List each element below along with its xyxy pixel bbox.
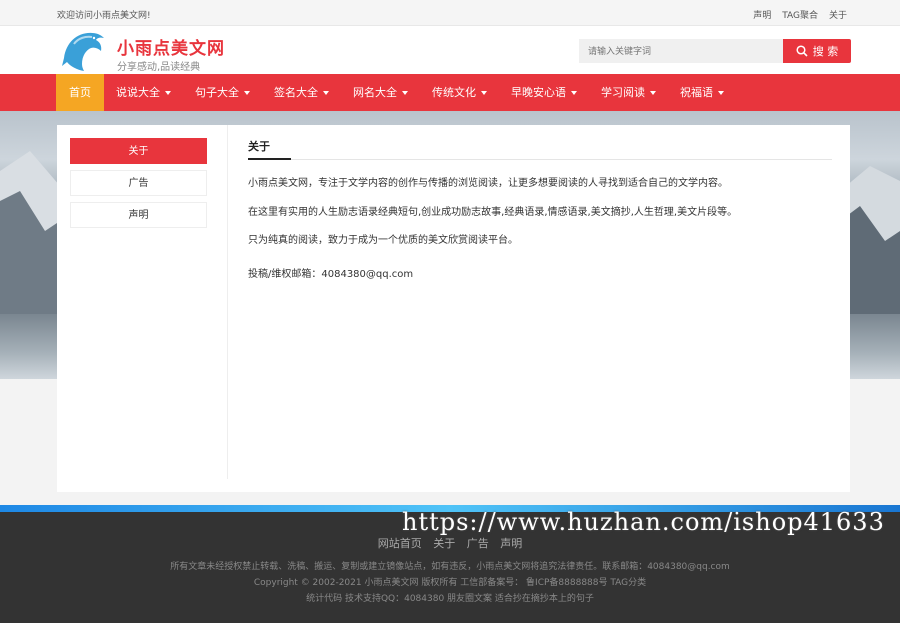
title-rule bbox=[248, 159, 832, 160]
footer-link-statement[interactable]: 声明 bbox=[500, 537, 522, 550]
top-bar: 欢迎访问小雨点美文网! 声明 TAG聚合 关于 bbox=[0, 0, 900, 26]
content-card: 关于 广告 声明 关于 小雨点美文网，专注于文学内容的创作与传播的浏览阅读，让更… bbox=[57, 125, 850, 492]
footer-copyright-notice: 所有文章未经授权禁止转载、洗稿、搬运、复制或建立镜像站点，如有违反，小雨点美文网… bbox=[170, 562, 730, 572]
chevron-down-icon bbox=[481, 91, 487, 95]
dolphin-logo-icon[interactable] bbox=[60, 28, 106, 72]
about-paragraph-1: 小雨点美文网，专注于文学内容的创作与传播的浏览阅读，让更多想要阅读的人寻找到适合… bbox=[248, 178, 728, 189]
about-paragraph-2: 在这里有实用的人生励志语录经典短句,创业成功励志故事,经典语录,情感语录,美文摘… bbox=[248, 207, 738, 218]
watermark-text: https://www.huzhan.com/ishop41633 bbox=[402, 508, 885, 536]
sidebar-item-about[interactable]: 关于 bbox=[70, 138, 207, 164]
title-underline bbox=[248, 158, 291, 160]
chevron-down-icon bbox=[244, 91, 250, 95]
page-title: 关于 bbox=[248, 140, 270, 153]
about-paragraph-3: 只为纯真的阅读，致力于成为一个优质的美文欣赏阅读平台。 bbox=[248, 235, 518, 246]
nav-item-signatures[interactable]: 签名大全 bbox=[262, 74, 341, 111]
main-nav: 首页 说说大全 句子大全 签名大全 网名大全 传统文化 早晚安心语 学习阅读 祝… bbox=[0, 74, 900, 111]
sidebar-item-statement[interactable]: 声明 bbox=[70, 202, 207, 228]
chevron-down-icon bbox=[323, 91, 329, 95]
site-slogan: 分享感动,品读经典 bbox=[117, 62, 201, 73]
top-link-about[interactable]: 关于 bbox=[829, 8, 847, 21]
footer-link-about[interactable]: 关于 bbox=[433, 537, 455, 550]
search-input[interactable] bbox=[579, 39, 783, 63]
divider bbox=[227, 125, 228, 479]
sidebar-item-ads[interactable]: 广告 bbox=[70, 170, 207, 196]
footer-stats: 统计代码 技术支持QQ：4084380 朋友圈文案 适合抄在摘抄本上的句子 bbox=[306, 594, 594, 604]
welcome-text: 欢迎访问小雨点美文网! bbox=[57, 11, 151, 21]
nav-item-home[interactable]: 首页 bbox=[56, 74, 104, 111]
chevron-down-icon bbox=[718, 91, 724, 95]
sidebar: 关于 广告 声明 bbox=[70, 138, 207, 234]
footer-link-home[interactable]: 网站首页 bbox=[378, 537, 422, 550]
chevron-down-icon bbox=[571, 91, 577, 95]
top-link-tags[interactable]: TAG聚合 bbox=[782, 8, 818, 21]
site-title[interactable]: 小雨点美文网 bbox=[117, 34, 225, 59]
footer-copyright: Copyright © 2002-2021 小雨点美文网 版权所有 工信部备案号… bbox=[253, 578, 647, 588]
site-header: 小雨点美文网 分享感动,品读经典 搜 索 bbox=[0, 26, 900, 74]
search-button[interactable]: 搜 索 bbox=[783, 39, 851, 63]
footer-link-ads[interactable]: 广告 bbox=[467, 537, 489, 550]
nav-item-culture[interactable]: 传统文化 bbox=[420, 74, 499, 111]
nav-item-nicknames[interactable]: 网名大全 bbox=[341, 74, 420, 111]
nav-item-shuoshuo[interactable]: 说说大全 bbox=[104, 74, 183, 111]
main-content: 关于 小雨点美文网，专注于文学内容的创作与传播的浏览阅读，让更多想要阅读的人寻找… bbox=[248, 138, 832, 280]
chevron-down-icon bbox=[165, 91, 171, 95]
chevron-down-icon bbox=[650, 91, 656, 95]
nav-item-reading[interactable]: 学习阅读 bbox=[589, 74, 668, 111]
footer-links: 网站首页 关于 广告 声明 bbox=[0, 535, 900, 551]
nav-item-sentences[interactable]: 句子大全 bbox=[183, 74, 262, 111]
top-link-statement[interactable]: 声明 bbox=[753, 8, 771, 21]
nav-item-greetings[interactable]: 早晚安心语 bbox=[499, 74, 589, 111]
top-links: 声明 TAG聚合 关于 bbox=[753, 8, 847, 21]
chevron-down-icon bbox=[402, 91, 408, 95]
search-icon bbox=[796, 45, 808, 57]
nav-item-blessings[interactable]: 祝福语 bbox=[668, 74, 736, 111]
search-button-label: 搜 索 bbox=[812, 45, 839, 58]
contact-email: 投稿/维权邮箱：4084380@qq.com bbox=[248, 269, 414, 280]
